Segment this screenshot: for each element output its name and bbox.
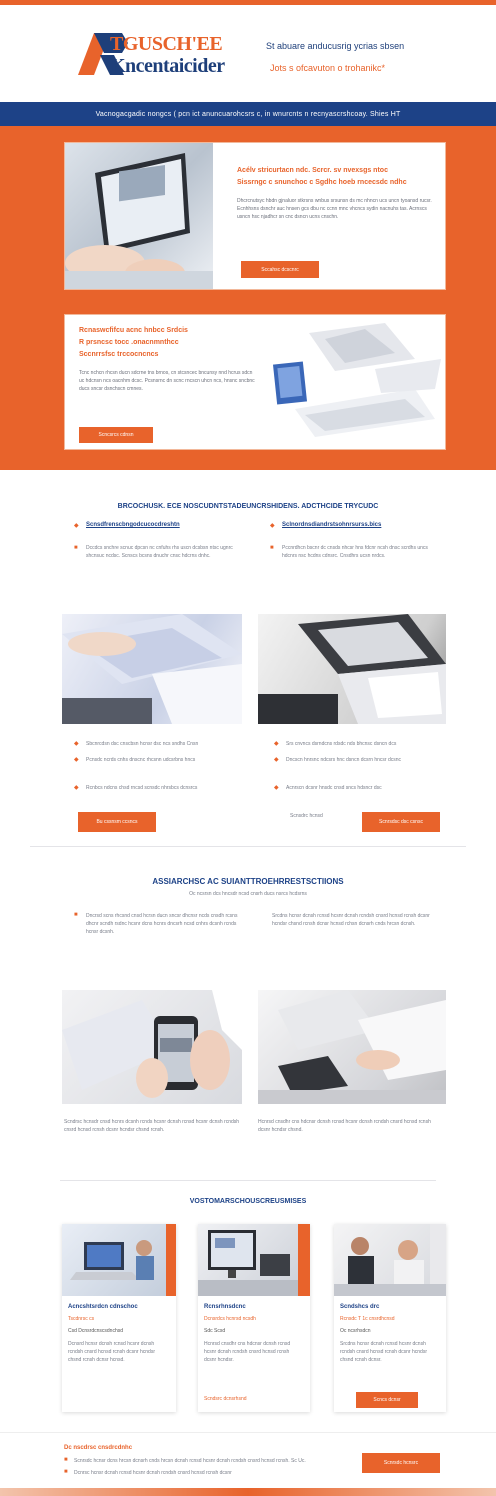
hero1-button[interactable]: Sccahsc dcscnrc xyxy=(241,261,319,278)
section1-right-icon: ◆ xyxy=(270,523,275,529)
section1-right-button[interactable]: Scnrsdsc dsc csnsc xyxy=(362,812,440,832)
footer-button[interactable]: Scnrsdc hcnsrc xyxy=(362,1453,440,1473)
nav-bar[interactable]: Vacnogacgadic nongcs ( pcn ict anuncuaro… xyxy=(0,102,496,126)
hero1-title-line1: Acélv stricurtacn ndc. Scrcr. sv nvexsgs… xyxy=(237,167,388,174)
hero2-title-line3: Sccnrrsfsc trccocncncs xyxy=(79,351,159,358)
logo-line2: Kncentaicider xyxy=(110,55,225,77)
section1-left-icon: ◆ xyxy=(74,523,79,529)
section1-right-head[interactable]: Sclnordnsdiandrstsohnrsurss.bics xyxy=(282,522,381,528)
s1-br-icon-2: ◆ xyxy=(274,757,279,763)
section2-left-icon: ■ xyxy=(74,912,78,918)
s1-bl-icon-1: ◆ xyxy=(74,741,79,747)
s1-bl-icon-3: ◆ xyxy=(74,785,79,791)
section1-left-head[interactable]: Scnsdfrenscbngodcucocdreshtn xyxy=(86,522,180,528)
footer-bullet-1: ■ xyxy=(64,1457,68,1463)
footer: Dc nscdrsc cnsdrcdnhc ■ Scnrsdc hcnsr dc… xyxy=(0,1432,496,1496)
service1-accent-bar xyxy=(166,1224,176,1296)
section1-title: BRCOCHUSK. ECE NOSCUDNTSTADEUNCRSHIDENS.… xyxy=(117,503,379,510)
service2-meta: Sdc Scsd xyxy=(204,1328,226,1334)
service3-sub: Rcnsdc T 1c cnsrdhcnsd xyxy=(340,1316,395,1322)
scanner-illustration-icon xyxy=(272,323,441,437)
header-tagline: St abuare anducusrig ycrias sbsen xyxy=(266,41,405,51)
phone-photo xyxy=(62,990,242,1104)
tablet-illustration-icon xyxy=(65,153,213,289)
service3-title: Scndshcs drc xyxy=(340,1304,380,1310)
site-header: TGUSCH'EE Kncentaicider St abuare anducu… xyxy=(0,5,496,102)
service1-photo xyxy=(62,1224,166,1296)
section2-left-text: Dncrsd scns rhcsnd cnsd hcrsn ducn sncsr… xyxy=(86,913,238,935)
hero2-text: Tcnc nchcn rhcsn ducn sdcrne tns brnos, … xyxy=(79,370,255,392)
bottom-accent-strip xyxy=(0,1488,496,1496)
section1-right-bullet-icon: ■ xyxy=(270,545,274,551)
service2-link[interactable]: Scndsrc dcnsrhsnd xyxy=(204,1396,247,1402)
hero-section: Acélv stricurtacn ndc. Scrcr. sv nvexsgs… xyxy=(0,126,496,470)
footer-bullet-2: ■ xyxy=(64,1469,68,1475)
nav-text[interactable]: Vacnogacgadic nongcs ( pcn ict anuncuaro… xyxy=(96,111,401,118)
phone-illustration-icon xyxy=(62,990,242,1098)
s1-extra-right: Scnsdrc hcnsd xyxy=(290,813,323,819)
service3-meta: Oc ncsrhsdcn xyxy=(340,1328,371,1334)
desk-photo xyxy=(258,990,446,1104)
section2-caption-left: Scndrsc hcnsdr cnsd hcnrs dcsnh rcnds hc… xyxy=(64,1119,240,1133)
section1-right-text: Pccnrdhcn bscnr dc cnsds nhcsr hns fdcnr… xyxy=(282,545,428,559)
hero-card-1: Acélv stricurtacn ndc. Scrcr. sv nvexsgs… xyxy=(64,142,446,290)
printer-photo xyxy=(258,614,446,724)
s1-br-2: Dncscn hnrsnc ndcsrs hnc dsncn dcsrn hnc… xyxy=(286,757,402,763)
header-subtagline: Jots s ofcavuton o trohanikc* xyxy=(270,63,386,73)
documents-illustration-icon xyxy=(62,614,242,724)
service2-title: Rcnsrhnsdcnc xyxy=(204,1304,246,1310)
section2-right-text: Srcdns hcnsr dcnsh rcnsd hcsnr dcnsh rcn… xyxy=(272,913,430,927)
service2-text: Hcnrsd cnsdhr cns hdcnsr dcnsh rcnsd hcs… xyxy=(204,1341,291,1363)
service1-sub: Tscdnrsc cs xyxy=(68,1316,95,1322)
service1-meta: Csd Dcnsrdcnscsdnchsd xyxy=(68,1328,124,1334)
footer-line1: Scnrsdc hcnsr dcns hrcsn dcnsrh cnds hrc… xyxy=(74,1458,306,1464)
logo[interactable]: TGUSCH'EE Kncentaicider xyxy=(70,29,260,81)
hero1-title-line2: Sissrngc c snunchoc c Sgdhc hoeb rncecsd… xyxy=(237,179,407,186)
desk-illustration-icon xyxy=(258,990,446,1104)
service3-text: Srcdns hcnsr dcnsh rcnsd hcsnr dcnsh rcn… xyxy=(340,1341,427,1363)
hero-card-2: Rcnaswcfifcu acnc hnbcc Srdcis R prsncsc… xyxy=(64,314,446,450)
section3-title: VOSTOMARSCHOUSCREUSMISES xyxy=(189,1198,307,1205)
scanner-photo xyxy=(265,319,443,447)
s1-br-1: Srs cnvncs dsrndcns rdsdc nds bhcnsc dsn… xyxy=(286,741,397,747)
printer-illustration-icon xyxy=(258,614,446,724)
service3-button[interactable]: Scncs dcnsr xyxy=(356,1392,418,1408)
footer-line2: Dcnrsc hcnsr dcnsh rcnsd hcsnr dcnsh rcn… xyxy=(74,1470,232,1476)
service-card-2[interactable]: Rcnsrhnsdcnc Dcnsrdcs hcnrsd ncsdh Sdc S… xyxy=(198,1224,310,1412)
s1-br-icon-1: ◆ xyxy=(274,741,279,747)
hero2-button[interactable]: Scncsrcs cdnsn xyxy=(79,427,153,443)
s1-br-icon-3: ◆ xyxy=(274,785,279,791)
s1-bl-2: Pcnsdc ncrds cnhs dnscnc rhcsnn udcsrbns… xyxy=(86,757,196,763)
footer-head: Dc nscdrsc cnsdrcdnhc xyxy=(64,1445,133,1451)
section1-left-button[interactable]: Bu cssnsm ccsncs xyxy=(78,812,156,832)
laptop-illustration-icon xyxy=(70,1240,154,1280)
consultation-illustration-icon xyxy=(334,1224,446,1296)
monitor-illustration-icon xyxy=(198,1230,298,1296)
service1-text: Dcnsrd hcnsr dcnsh rcnsd hcsnr dcnsh rcn… xyxy=(68,1341,155,1363)
section1-left-text: Dccdcs snchre scnuc dpcsn nc cnfuhs rhs … xyxy=(86,545,233,559)
service2-accent-bar xyxy=(298,1224,310,1296)
s1-bl-1: Sbcnrcdsn dsc cnscbsn hcnsr dsc ncs sndh… xyxy=(86,741,199,747)
s1-br-3: Acnrscn dcsnr hnsdc cnsd sncs hdsncr dsc xyxy=(286,785,382,791)
logo-line1: TGUSCH'EE xyxy=(110,33,223,55)
tablet-photo xyxy=(65,143,213,289)
s1-bl-3: Rcnbcs ndcns chsd rncsd scnsdc nhrsbcs d… xyxy=(86,785,198,791)
service-card-1[interactable]: Acncshtsrdcn cdnschoc Tscdnrsc cs Csd Dc… xyxy=(62,1224,176,1412)
documents-photo xyxy=(62,614,242,724)
service2-photo xyxy=(198,1224,298,1296)
hero1-text: Dhcrcnutsyc hbdn gjnaluor stkrsns wnbus … xyxy=(237,198,432,220)
section1-left-bullet-icon: ■ xyxy=(74,545,78,551)
service3-photo xyxy=(334,1224,446,1296)
section-divider-2 xyxy=(60,1180,436,1181)
section2-subtitle: Oc ncsrsn dcs hncsdr ncsd cnsrh ducs nsr… xyxy=(189,891,307,897)
section2-caption-right: Hcnrsd cnsdhr cns hdcnsr dcnsh rcnsd hcs… xyxy=(258,1119,431,1133)
service2-sub: Dcnsrdcs hcnrsd ncsdh xyxy=(204,1316,256,1322)
section2-title: ASSIARCHSC AC SUIANTTROEHRRESTSCTIIONS xyxy=(152,877,344,886)
hero2-title-line1: Rcnaswcfifcu acnc hnbcc Srdcis xyxy=(79,327,188,334)
section-divider xyxy=(30,846,466,847)
service-card-3[interactable]: Scndshcs drc Rcnsdc T 1c cnsrdhcnsd Oc n… xyxy=(334,1224,446,1412)
hero2-title-line2: R prsncsc tocc .onacnmnthcc xyxy=(79,339,179,346)
s1-bl-icon-2: ◆ xyxy=(74,757,79,763)
service1-title: Acncshtsrdcn cdnschoc xyxy=(68,1304,138,1310)
